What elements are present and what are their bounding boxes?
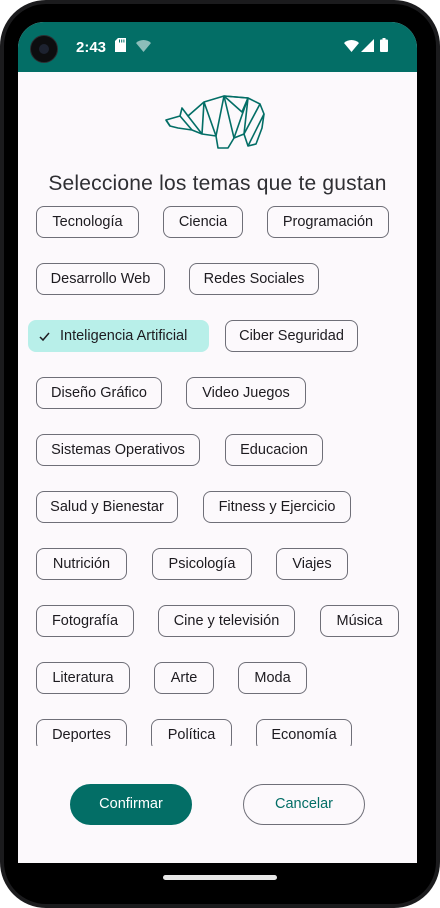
navigation-bar [0,863,440,908]
topic-chip-cine-y-television[interactable]: Cine y televisión [158,605,295,637]
topic-chip-deportes[interactable]: Deportes [36,719,127,746]
topic-chip-nutricion[interactable]: Nutrición [36,548,127,580]
topic-chip-ciencia[interactable]: Ciencia [163,206,243,238]
topic-chip-musica[interactable]: Música [320,605,399,637]
topic-chip-redes-sociales[interactable]: Redes Sociales [189,263,319,295]
wifi-icon [344,40,359,52]
topic-chip-fotografia[interactable]: Fotografía [36,605,134,637]
topic-chip-diseno-grafico[interactable]: Diseño Gráfico [36,377,162,409]
confirm-button[interactable]: Confirmar [70,784,192,825]
topic-chip-moda[interactable]: Moda [238,662,307,694]
status-bar: 2:43 [18,22,417,72]
phone-frame: 2:43 Seleccione los temas que te gustan … [0,0,440,908]
home-gesture-handle[interactable] [163,875,277,880]
topic-chip-programacion[interactable]: Programación [267,206,389,238]
page-title: Seleccione los temas que te gustan [48,172,387,195]
check-icon [39,332,50,342]
topic-chip-tecnologia[interactable]: Tecnología [36,206,139,238]
sd-card-icon [115,38,126,52]
topic-chip-desarrollo-web[interactable]: Desarrollo Web [36,263,165,295]
topic-chip-group: Tecnología Ciencia Programación Desarrol… [18,206,417,746]
topic-chip-fitness-y-ejercicio[interactable]: Fitness y Ejercicio [203,491,351,523]
cancel-button[interactable]: Cancelar [243,784,365,825]
topic-chip-literatura[interactable]: Literatura [36,662,130,694]
topic-chip-video-juegos[interactable]: Video Juegos [186,377,306,409]
wifi-off-icon [136,40,151,52]
topic-chip-sistemas-operativos[interactable]: Sistemas Operativos [36,434,200,466]
rhino-logo-icon [165,95,265,149]
status-time: 2:43 [76,39,107,56]
topic-chip-politica[interactable]: Política [151,719,232,746]
topic-chip-viajes[interactable]: Viajes [276,548,348,580]
battery-icon [380,38,388,52]
topic-chip-label: Inteligencia Artificial [60,328,188,344]
topic-chip-inteligencia-artificial[interactable]: Inteligencia Artificial [28,320,209,352]
signal-icon [361,39,374,52]
app-screen: 2:43 Seleccione los temas que te gustan … [18,22,417,863]
topic-chip-salud-y-bienestar[interactable]: Salud y Bienestar [36,491,178,523]
topic-chip-ciber-seguridad[interactable]: Ciber Seguridad [225,320,358,352]
topic-chip-economia[interactable]: Economía [256,719,352,746]
topic-chip-psicologia[interactable]: Psicología [152,548,252,580]
topic-chip-arte[interactable]: Arte [154,662,214,694]
camera-icon [30,35,58,63]
topic-chip-educacion[interactable]: Educacion [225,434,323,466]
